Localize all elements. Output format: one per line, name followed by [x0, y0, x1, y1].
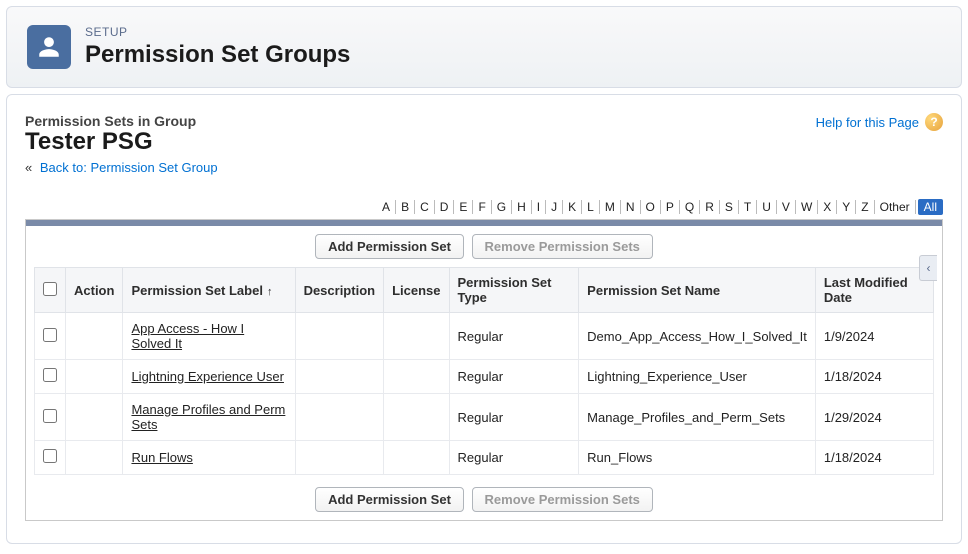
breadcrumb: SETUP	[85, 25, 350, 39]
row-type: Regular	[449, 441, 579, 475]
row-action-cell	[66, 394, 123, 441]
row-name: Demo_App_Access_How_I_Solved_It	[579, 313, 816, 360]
help-icon: ?	[925, 113, 943, 131]
col-name[interactable]: Permission Set Name	[579, 268, 816, 313]
laquo-glyph: «	[25, 160, 32, 175]
back-link-row: « Back to: Permission Set Group	[25, 160, 218, 175]
row-license	[384, 360, 449, 394]
add-permission-set-button[interactable]: Add Permission Set	[315, 234, 464, 259]
content-card: Permission Sets in Group Tester PSG « Ba…	[6, 94, 962, 544]
row-name: Run_Flows	[579, 441, 816, 475]
row-description	[295, 360, 384, 394]
button-row-bottom: Add Permission Set Remove Permission Set…	[26, 479, 942, 520]
row-modified: 1/18/2024	[815, 441, 933, 475]
back-link[interactable]: Back to: Permission Set Group	[40, 160, 218, 175]
help-link[interactable]: Help for this Page ?	[816, 113, 943, 131]
row-type: Regular	[449, 394, 579, 441]
page-title: Permission Set Groups	[85, 41, 350, 69]
row-license	[384, 394, 449, 441]
remove-permission-sets-button[interactable]: Remove Permission Sets	[472, 234, 653, 259]
sort-ascending-icon: ↑	[267, 286, 273, 298]
row-type: Regular	[449, 360, 579, 394]
permission-sets-table: Action Permission Set Label↑ Description…	[34, 267, 934, 475]
permission-set-link[interactable]: Manage Profiles and Perm Sets	[131, 402, 285, 432]
row-modified: 1/18/2024	[815, 360, 933, 394]
col-label[interactable]: Permission Set Label↑	[123, 268, 295, 313]
row-license	[384, 313, 449, 360]
permission-set-link[interactable]: App Access - How I Solved It	[131, 321, 244, 351]
chevron-left-icon: ‹	[927, 261, 931, 275]
alpha-filter-t[interactable]: T	[739, 200, 757, 214]
alpha-filter-m[interactable]: M	[600, 200, 621, 214]
alpha-filter: ABCDEFGHIJKLMNOPQRSTUVWXYZOtherAll	[25, 199, 943, 215]
alpha-filter-a[interactable]: A	[377, 200, 396, 214]
button-row-top: Add Permission Set Remove Permission Set…	[26, 226, 942, 267]
alpha-filter-b[interactable]: B	[396, 200, 415, 214]
alpha-filter-c[interactable]: C	[415, 200, 435, 214]
table-container: Add Permission Set Remove Permission Set…	[25, 219, 943, 521]
col-license[interactable]: License	[384, 268, 449, 313]
alpha-filter-x[interactable]: X	[818, 200, 837, 214]
alpha-filter-y[interactable]: Y	[837, 200, 856, 214]
alpha-filter-q[interactable]: Q	[680, 200, 700, 214]
group-name: Tester PSG	[25, 128, 218, 156]
add-permission-set-button-bottom[interactable]: Add Permission Set	[315, 487, 464, 512]
alpha-filter-f[interactable]: F	[473, 200, 491, 214]
row-checkbox[interactable]	[43, 368, 57, 382]
alpha-filter-j[interactable]: J	[546, 200, 563, 214]
table-row: Manage Profiles and Perm Sets RegularMana…	[35, 394, 934, 441]
permission-set-link[interactable]: Lightning Experience User	[131, 369, 283, 384]
alpha-filter-u[interactable]: U	[757, 200, 777, 214]
row-modified: 1/9/2024	[815, 313, 933, 360]
alpha-filter-w[interactable]: W	[796, 200, 818, 214]
table-row: Lightning Experience User RegularLightnin…	[35, 360, 934, 394]
remove-permission-sets-button-bottom[interactable]: Remove Permission Sets	[472, 487, 653, 512]
alpha-filter-i[interactable]: I	[532, 200, 546, 214]
alpha-filter-other[interactable]: Other	[875, 200, 916, 214]
alpha-filter-all[interactable]: All	[918, 199, 943, 215]
table-row: App Access - How I Solved It RegularDemo_…	[35, 313, 934, 360]
alpha-filter-l[interactable]: L	[582, 200, 600, 214]
row-name: Lightning_Experience_User	[579, 360, 816, 394]
alpha-filter-p[interactable]: P	[661, 200, 680, 214]
row-action-cell	[66, 313, 123, 360]
row-action-cell	[66, 360, 123, 394]
alpha-filter-s[interactable]: S	[720, 200, 739, 214]
page-header: SETUP Permission Set Groups	[6, 6, 962, 88]
collapse-tab[interactable]: ‹	[919, 255, 937, 281]
select-all-checkbox[interactable]	[43, 282, 57, 296]
alpha-filter-n[interactable]: N	[621, 200, 641, 214]
alpha-filter-o[interactable]: O	[641, 200, 661, 214]
alpha-filter-d[interactable]: D	[435, 200, 455, 214]
row-action-cell	[66, 441, 123, 475]
table-row: Run Flows RegularRun_Flows1/18/2024	[35, 441, 934, 475]
col-type[interactable]: Permission Set Type	[449, 268, 579, 313]
col-description[interactable]: Description	[295, 268, 384, 313]
row-description	[295, 441, 384, 475]
alpha-filter-z[interactable]: Z	[856, 200, 874, 214]
section-label: Permission Sets in Group	[25, 113, 218, 129]
col-modified[interactable]: Last Modified Date	[815, 268, 933, 313]
col-action[interactable]: Action	[66, 268, 123, 313]
row-modified: 1/29/2024	[815, 394, 933, 441]
user-icon	[27, 25, 71, 69]
alpha-filter-e[interactable]: E	[454, 200, 473, 214]
alpha-filter-k[interactable]: K	[563, 200, 582, 214]
row-name: Manage_Profiles_and_Perm_Sets	[579, 394, 816, 441]
help-link-label: Help for this Page	[816, 115, 919, 130]
row-checkbox[interactable]	[43, 449, 57, 463]
alpha-filter-h[interactable]: H	[512, 200, 532, 214]
alpha-filter-v[interactable]: V	[777, 200, 796, 214]
row-description	[295, 394, 384, 441]
row-type: Regular	[449, 313, 579, 360]
row-license	[384, 441, 449, 475]
alpha-filter-g[interactable]: G	[492, 200, 512, 214]
row-checkbox[interactable]	[43, 409, 57, 423]
permission-set-link[interactable]: Run Flows	[131, 450, 192, 465]
row-checkbox[interactable]	[43, 328, 57, 342]
alpha-filter-r[interactable]: R	[700, 200, 720, 214]
row-description	[295, 313, 384, 360]
